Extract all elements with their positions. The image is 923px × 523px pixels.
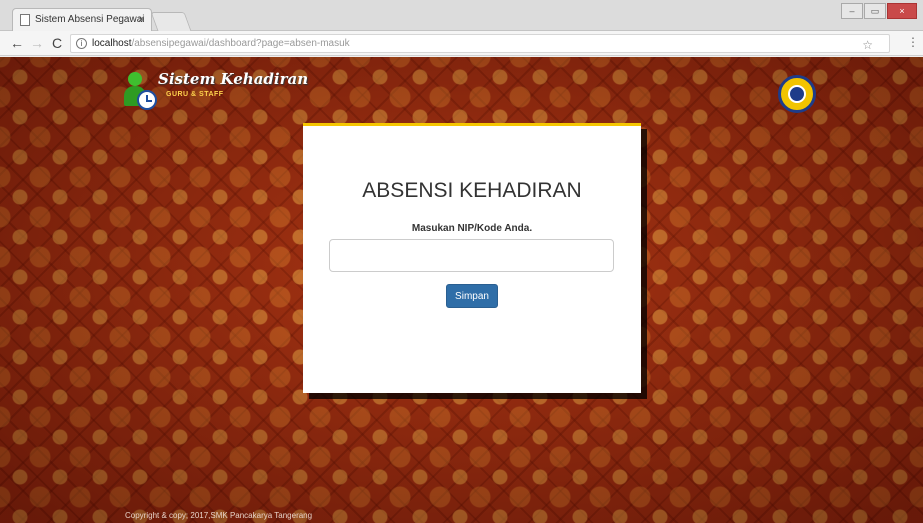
nip-input[interactable] — [329, 239, 614, 272]
page-icon — [20, 14, 30, 26]
page-content: Sistem Kehadiran GURU & STAFF ABSENSI KE… — [0, 57, 923, 523]
restore-button[interactable]: ▭ — [864, 3, 886, 19]
card-title: ABSENSI KEHADIRAN — [362, 179, 582, 202]
close-window-button[interactable]: × — [887, 3, 917, 19]
school-emblem-icon — [778, 75, 816, 113]
logo-subtitle: GURU & STAFF — [166, 91, 224, 98]
close-tab-icon[interactable]: × — [138, 12, 145, 26]
footer-copyright: Copyright & copy; 2017,SMK Pancakarya Ta… — [125, 511, 313, 520]
browser-menu-icon[interactable]: ⋮ — [907, 35, 919, 49]
new-tab-button[interactable] — [150, 12, 192, 31]
reload-icon[interactable]: C — [52, 35, 62, 51]
attendance-card: ABSENSI KEHADIRAN Masukan NIP/Kode Anda.… — [303, 123, 641, 393]
bookmark-star-icon[interactable]: ☆ — [862, 38, 873, 52]
simpan-button[interactable]: Simpan — [446, 284, 498, 308]
forward-arrow-icon[interactable]: → — [30, 35, 44, 51]
window-controls: ‒ ▭ × — [841, 3, 917, 19]
nip-label: Masukan NIP/Kode Anda. — [411, 223, 533, 234]
info-icon[interactable]: i — [76, 38, 87, 49]
browser-titlebar: Sistem Absensi Pegawai × ‒ ▭ × — [0, 0, 923, 31]
clock-icon — [137, 90, 157, 110]
minimize-button[interactable]: ‒ — [841, 3, 863, 19]
url-host: localhost — [92, 38, 132, 49]
browser-tab[interactable]: Sistem Absensi Pegawai × — [12, 8, 152, 31]
back-arrow-icon[interactable]: ← — [10, 35, 24, 51]
url-path: /absensipegawai/dashboard?page=absen-mas… — [131, 38, 350, 49]
browser-toolbar: ← → C i localhost/absensipegawai/dashboa… — [0, 31, 923, 56]
logo-title: Sistem Kehadiran — [158, 70, 309, 88]
app-logo: Sistem Kehadiran GURU & STAFF — [122, 70, 308, 112]
tab-title: Sistem Absensi Pegawai — [35, 14, 145, 25]
address-bar[interactable]: i localhost/absensipegawai/dashboard?pag… — [70, 34, 890, 53]
url-text[interactable]: localhost/absensipegawai/dashboard?page=… — [92, 38, 350, 49]
